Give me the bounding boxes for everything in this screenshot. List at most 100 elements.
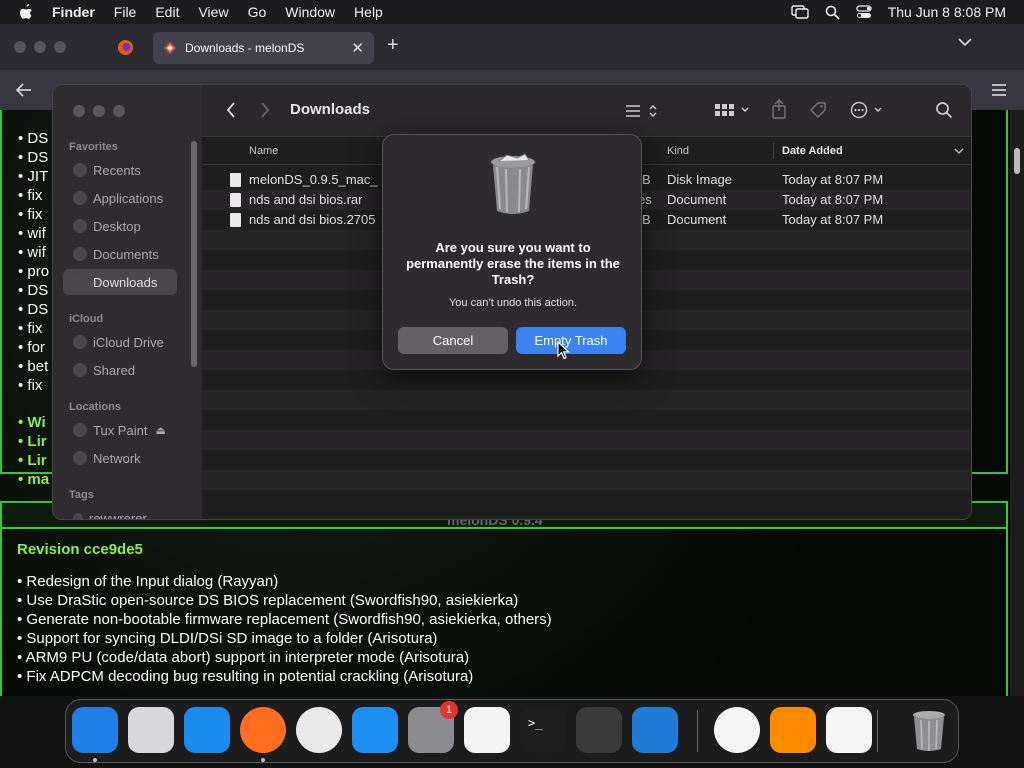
tux-paint-icon[interactable] xyxy=(826,707,872,753)
sidebar-scrollbar[interactable] xyxy=(191,141,197,367)
finder-close-button[interactable] xyxy=(73,105,85,117)
mouse-pointer-icon xyxy=(557,341,570,360)
sidebar-item-shared[interactable]: Shared xyxy=(63,357,177,383)
changelog-list-item: • wif xyxy=(18,225,46,242)
file-name: nds and dsi bios.rar xyxy=(249,192,363,207)
books-icon[interactable] xyxy=(770,707,816,753)
finder-zoom-button[interactable] xyxy=(113,105,125,117)
sidebar-item-tux-paint[interactable]: Tux Paint ⏏ xyxy=(63,417,177,443)
column-name[interactable]: Name xyxy=(249,145,278,157)
menu-finder[interactable]: Finder xyxy=(52,4,95,20)
sidebar-item-network[interactable]: Network xyxy=(63,445,177,471)
app-menu-icon[interactable] xyxy=(992,84,1006,96)
menu-view[interactable]: View xyxy=(198,4,228,20)
browser-tab-active[interactable]: Downloads - melonDS ✕ xyxy=(153,32,374,64)
terminal-icon[interactable]: >_ xyxy=(520,707,566,753)
finder-icon[interactable] xyxy=(72,707,118,753)
browser-zoom-button[interactable] xyxy=(54,41,66,53)
sidebar-item-label: Network xyxy=(93,450,141,466)
empty-trash-button[interactable]: Empty Trash xyxy=(516,327,626,354)
dialog-message: Are you sure you want to permanently era… xyxy=(406,240,620,287)
desktop-icon xyxy=(73,219,87,233)
changelog-list-item: • DS xyxy=(18,149,49,166)
app-store-icon[interactable] xyxy=(352,707,398,753)
sidebar-item-desktop[interactable]: Desktop xyxy=(63,213,177,239)
menu-file[interactable]: File xyxy=(114,4,137,20)
menu-bar: Finder File Edit View Go Window Help Thu… xyxy=(0,0,1024,24)
tab-title: Downloads - melonDS xyxy=(185,41,305,55)
eject-icon[interactable]: ⏏ xyxy=(155,424,165,437)
empty-row xyxy=(202,410,971,430)
menu-help[interactable]: Help xyxy=(354,4,383,20)
dock: 1 >_ xyxy=(65,699,959,763)
sidebar-item-downloads[interactable]: Downloads xyxy=(63,269,177,295)
changelog-link[interactable]: • Wi xyxy=(18,414,46,431)
firefox-view-icon[interactable] xyxy=(117,39,134,56)
disk-icon xyxy=(73,423,87,437)
sidebar-item-applications[interactable]: Applications xyxy=(63,185,177,211)
chevron-down-icon[interactable] xyxy=(958,37,972,47)
file-name: melonDS_0.9.5_mac_ xyxy=(249,172,378,187)
change-item: • Generate non-bootable firmware replace… xyxy=(17,611,552,628)
column-kind[interactable]: Kind xyxy=(667,145,689,157)
tag-icon xyxy=(73,513,83,519)
changelog-list-item: • DS xyxy=(18,301,49,318)
changelog-link[interactable]: • Lir xyxy=(18,433,47,450)
system-settings-icon[interactable]: 1 xyxy=(408,701,458,753)
changelog-list-item: • bet xyxy=(18,358,49,375)
cancel-button[interactable]: Cancel xyxy=(398,327,508,354)
finder-minimize-button[interactable] xyxy=(93,105,105,117)
launchpad-icon[interactable] xyxy=(128,707,174,753)
page-scrollbar[interactable] xyxy=(1010,110,1024,696)
browser-minimize-button[interactable] xyxy=(34,41,46,53)
revision-heading: Revision cce9de5 xyxy=(17,541,143,558)
disk-image-icon xyxy=(230,173,241,187)
forward-chevron-icon[interactable] xyxy=(260,101,270,119)
photos-icon[interactable] xyxy=(714,707,760,753)
apple-icon[interactable] xyxy=(18,3,34,21)
sidebar-item-tag[interactable]: rewwrerer xyxy=(63,505,177,519)
sidebar-item-label: Downloads xyxy=(93,274,158,290)
document-icon xyxy=(230,213,241,227)
menu-go[interactable]: Go xyxy=(248,4,267,20)
empty-row xyxy=(202,430,971,450)
changelog-link[interactable]: • Lir xyxy=(18,452,47,469)
spotlight-search-icon[interactable] xyxy=(825,5,840,20)
changelog-list-item: • wif xyxy=(18,244,46,261)
menu-window[interactable]: Window xyxy=(285,4,335,20)
search-icon[interactable] xyxy=(935,101,953,119)
sidebar-item-recents[interactable]: Recents xyxy=(63,157,177,183)
file-kind: Document xyxy=(667,212,727,227)
scrollbar-thumb[interactable] xyxy=(1014,148,1020,174)
column-date-added[interactable]: Date Added xyxy=(782,145,843,157)
firefox-icon[interactable] xyxy=(240,707,286,753)
tag-icon[interactable] xyxy=(809,101,827,119)
back-chevron-icon[interactable] xyxy=(226,101,236,119)
changelog-link[interactable]: • ma xyxy=(18,471,49,488)
list-view-icon[interactable] xyxy=(624,103,660,119)
sidebar-item-documents[interactable]: Documents xyxy=(63,241,177,267)
group-icon[interactable] xyxy=(714,103,750,117)
menu-edit[interactable]: Edit xyxy=(155,4,179,20)
new-tab-icon[interactable]: + xyxy=(387,34,399,57)
chrome-icon[interactable] xyxy=(296,707,342,753)
safari-icon[interactable] xyxy=(184,707,230,753)
sidebar-section-favorites: Favorites xyxy=(69,141,118,153)
sort-chevron-down-icon[interactable] xyxy=(954,148,964,155)
control-center-icon[interactable] xyxy=(856,5,872,19)
sidebar-item-icloud-drive[interactable]: iCloud Drive xyxy=(63,329,177,355)
share-icon[interactable] xyxy=(771,99,787,119)
running-indicator xyxy=(261,758,265,762)
dialog-subtext: You can’t undo this action. xyxy=(448,297,578,309)
back-arrow-icon[interactable] xyxy=(16,83,32,97)
textedit-icon[interactable] xyxy=(464,707,510,753)
vscode-icon[interactable] xyxy=(632,707,678,753)
garageband-icon[interactable] xyxy=(576,707,622,753)
menubar-clock[interactable]: Thu Jun 8 8:08 PM xyxy=(888,4,1006,20)
more-actions-icon[interactable] xyxy=(850,101,886,119)
screen-mirroring-icon[interactable] xyxy=(791,5,809,19)
changelog-list-item: • for xyxy=(18,339,45,356)
tab-close-icon[interactable]: ✕ xyxy=(351,39,364,57)
trash-icon[interactable] xyxy=(906,707,952,753)
browser-close-button[interactable] xyxy=(14,41,26,53)
